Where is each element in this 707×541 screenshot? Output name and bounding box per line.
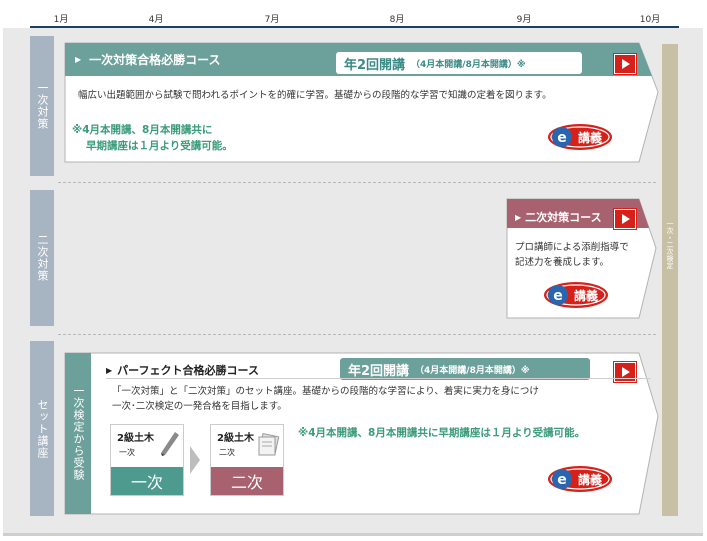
first-course-title: 一次対策合格必勝コース [89,52,221,67]
svg-text:講義: 講義 [578,472,602,487]
box-bar-label: 二次 [211,467,283,495]
box-subtitle: 二次 [219,448,235,457]
triangle-bullet-icon: ▶ [75,54,82,64]
month-label: 10月 [639,15,661,25]
month-label: 1月 [53,15,69,25]
set-course-description-line2: 一次･二次検定の一発合格を目指します。 [112,401,287,412]
chevron-right-icon [190,446,200,474]
svg-text:e: e [557,130,567,146]
divider [106,378,651,379]
set-course-title: パーフェクト合格必勝コース [117,364,259,377]
box-title: 2級土木 [117,433,154,444]
first-course-note-line1: ※4月本開講、8月本開講共に [72,124,213,136]
e-lecture-logo: e 講義 [546,464,614,494]
set-course-header: ▶ パーフェクト合格必勝コース [106,362,259,378]
triangle-bullet-icon: ▶ [515,212,522,222]
pencil-icon [161,432,179,456]
first-course-header: ▶ 一次対策合格必勝コース [65,43,221,75]
section-divider [58,182,656,183]
side-label-first: 一次対策 [30,36,54,176]
badge-sub-text: （4月本開講/8月本開講）※ [411,59,526,70]
badge-main-text: 年2回開講 [348,363,410,379]
timeline-header: 1月 4月 7月 8月 9月 10月 [0,0,707,28]
second-course-header: ▶ 二次対策コース [507,204,602,230]
svg-text:講義: 講義 [574,288,598,303]
second-course-description-line1: プロ講師による添削指導で [515,242,629,253]
documents-icon [258,432,280,456]
play-icon[interactable] [614,209,636,229]
second-course-description-line2: 記述力を養成します。 [515,257,610,268]
play-icon[interactable] [614,362,636,382]
set-course-note: ※4月本開講、8月本開講共に早期講座は１月より受講可能。 [298,427,586,439]
e-lecture-logo: e 講義 [546,122,614,152]
first-course-badge: 年2回開講 （4月本開講/8月本開講）※ [336,52,582,74]
svg-text:講義: 講義 [578,130,602,145]
month-label: 8月 [389,15,405,25]
e-lecture-logo: e 講義 [542,280,610,310]
triangle-bullet-icon: ▶ [106,365,113,375]
month-label: 7月 [264,15,280,25]
product-box-first[interactable]: 2級土木 一次 一次 [110,424,184,496]
product-box-second[interactable]: 2級土木 二次 二次 [210,424,284,496]
second-course-title: 二次対策コース [525,211,602,224]
right-bar-exam-label: 一次・二次検定 [662,44,678,516]
svg-text:e: e [557,472,567,488]
box-bar-label: 一次 [111,467,183,495]
month-label: 4月 [148,15,164,25]
month-label: 9月 [516,15,532,25]
svg-text:e: e [553,288,563,304]
badge-sub-text: （4月本開講/8月本開講）※ [415,365,530,376]
box-subtitle: 一次 [119,448,135,457]
badge-main-text: 年2回開講 [344,57,406,73]
first-course-note-line2: 早期講座は１月より受講可能。 [86,140,233,152]
section-divider [58,334,656,335]
side-label-second: 二次対策 [30,190,54,326]
set-inner-label: 一次検定から受験 [72,385,85,481]
first-course-description: 幅広い出題範囲から試験で問われるポイントを的確に学習。基礎からの段階的な学習で知… [78,90,552,101]
side-label-set: セット講座 [30,341,54,516]
set-course-description-line1: 「一次対策」と「二次対策」のセット講座。基礎からの段階的な学習により、着実に実力… [112,386,539,397]
box-title: 2級土木 [217,433,254,444]
play-icon[interactable] [614,54,636,74]
set-course-badge: 年2回開講 （4月本開講/8月本開講）※ [340,358,590,380]
